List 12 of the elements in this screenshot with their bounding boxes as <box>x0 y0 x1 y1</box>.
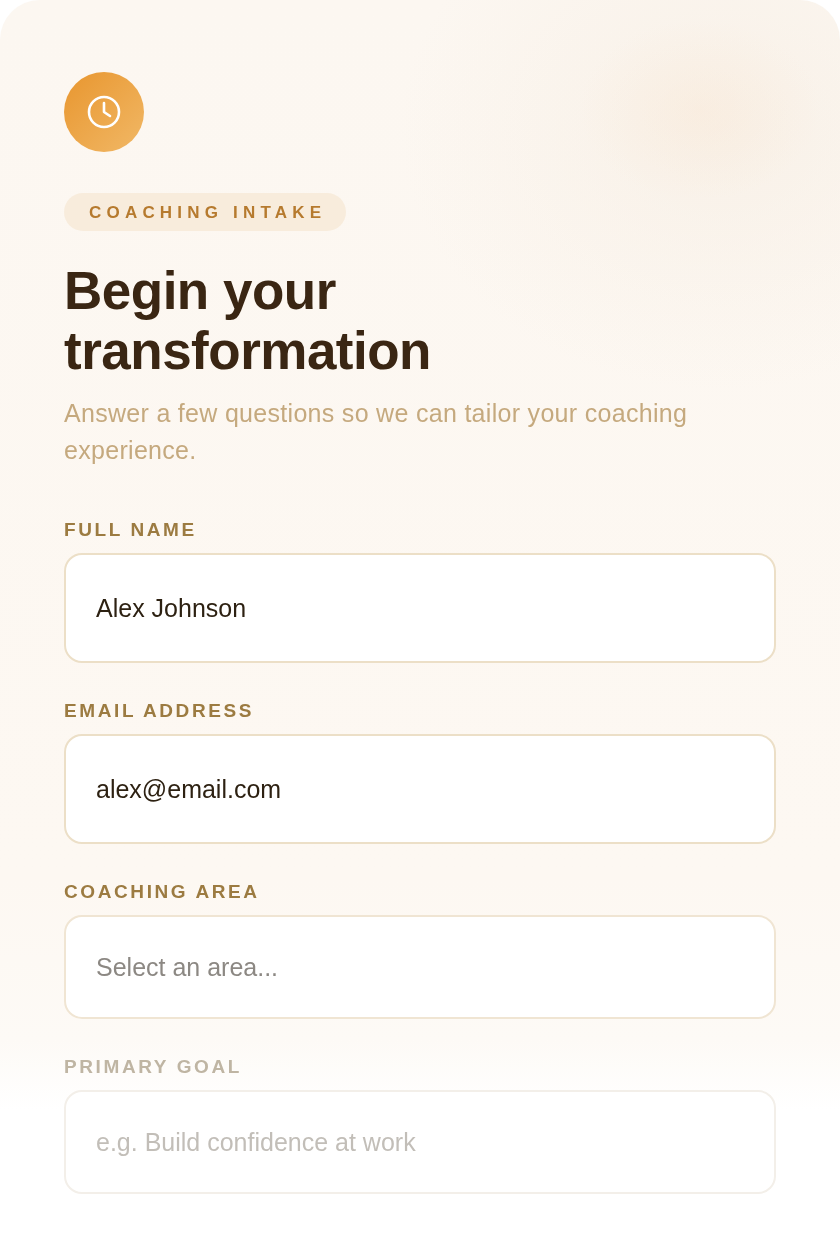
email-field[interactable]: alex@email.com <box>64 734 776 844</box>
field-label: EMAIL ADDRESS <box>64 700 255 722</box>
category-badge: COACHING INTAKE <box>64 193 347 231</box>
page-title: Begin your transformation <box>64 261 432 381</box>
field-label: PRIMARY GOAL <box>64 1056 242 1078</box>
text-field[interactable]: e.g. Build confidence at work <box>64 1090 776 1194</box>
field-label: FULL NAME <box>64 519 197 541</box>
field-label: COACHING AREA <box>64 881 260 903</box>
page-subtitle: Answer a few questions so we can tailor your coaching experience. <box>64 398 689 466</box>
text-field[interactable]: Alex Johnson <box>64 553 776 663</box>
clock-icon <box>64 72 144 152</box>
dropdown-field[interactable]: Select an area... <box>64 915 776 1019</box>
